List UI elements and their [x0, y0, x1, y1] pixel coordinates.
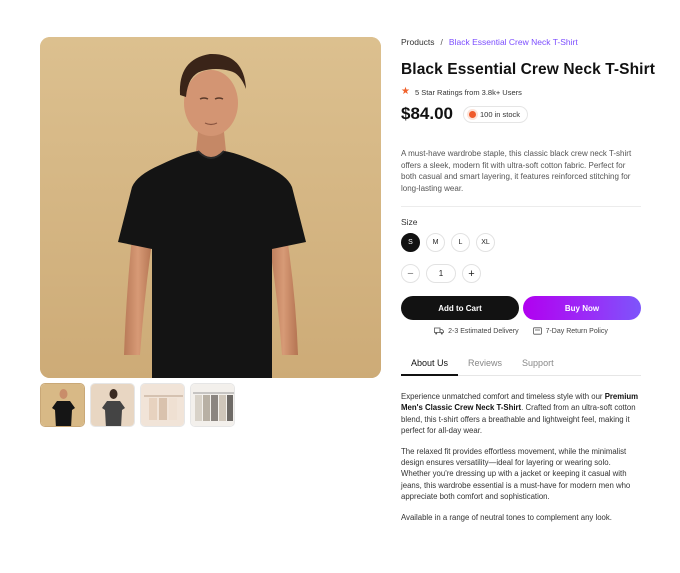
thumbnail-3[interactable]: [140, 383, 185, 427]
model-illustration: [40, 37, 381, 378]
add-to-cart-button[interactable]: Add to Cart: [401, 296, 519, 320]
size-option-m[interactable]: M: [426, 233, 445, 252]
info-tabs: About Us Reviews Support: [401, 355, 641, 376]
stock-text: 100 in stock: [480, 109, 521, 119]
divider: [401, 206, 641, 207]
increase-quantity-button[interactable]: +: [462, 264, 481, 283]
decrease-quantity-button[interactable]: −: [401, 264, 420, 283]
size-label: Size: [401, 217, 418, 227]
breadcrumb-products-link[interactable]: Products: [401, 37, 435, 47]
size-option-l[interactable]: L: [451, 233, 470, 252]
size-option-xl[interactable]: XL: [476, 233, 495, 252]
tab-reviews[interactable]: Reviews: [458, 355, 512, 375]
product-description: A must-have wardrobe staple, this classi…: [401, 149, 632, 193]
return-box-icon: [532, 327, 542, 335]
about-paragraph-3: Available in a range of neutral tones to…: [401, 512, 612, 522]
thumbnail-2[interactable]: [90, 383, 135, 427]
breadcrumb-current[interactable]: Black Essential Crew Neck T-Shirt: [449, 37, 578, 47]
quantity-value[interactable]: 1: [426, 264, 456, 283]
price-row: $84.00 100 in stock: [401, 104, 529, 124]
return-info: 7-Day Return Policy: [532, 327, 608, 335]
rating-row: ★ 5 Star Ratings from 3.8k+ Users: [401, 87, 522, 97]
thumbnail-1[interactable]: [40, 383, 85, 427]
thumbnail-strip: [40, 383, 235, 427]
delivery-info: 2-3 Estimated Delivery: [434, 327, 519, 335]
size-option-s[interactable]: S: [401, 233, 420, 252]
rating-text: 5 Star Ratings from 3.8k+ Users: [414, 87, 522, 97]
tab-about-us[interactable]: About Us: [401, 355, 459, 376]
buy-now-button[interactable]: Buy Now: [523, 296, 641, 320]
product-price: $84.00: [401, 104, 453, 123]
quantity-stepper: − 1 +: [401, 264, 481, 283]
stock-dot-icon: [469, 110, 476, 118]
breadcrumb-separator: /: [440, 37, 443, 47]
tab-support[interactable]: Support: [512, 355, 564, 375]
delivery-text: 2-3 Estimated Delivery: [448, 327, 519, 335]
return-text: 7-Day Return Policy: [545, 327, 608, 335]
star-icon: ★: [401, 86, 410, 97]
about-paragraph-2: The relaxed fit provides effortless move…: [401, 446, 631, 501]
about-paragraph-1: Experience unmatched comfort and timeles…: [401, 392, 639, 435]
shipping-info: 2-3 Estimated Delivery 7-Day Return Poli…: [401, 327, 641, 335]
truck-icon: [434, 327, 445, 335]
main-product-image: [40, 37, 381, 378]
stock-badge: 100 in stock: [463, 105, 529, 123]
thumbnail-4[interactable]: [190, 383, 235, 427]
about-content: Experience unmatched comfort and timeles…: [401, 391, 641, 532]
breadcrumb: Products / Black Essential Crew Neck T-S…: [401, 37, 578, 47]
size-options: S M L XL: [401, 233, 495, 252]
product-title: Black Essential Crew Neck T-Shirt: [401, 61, 655, 78]
